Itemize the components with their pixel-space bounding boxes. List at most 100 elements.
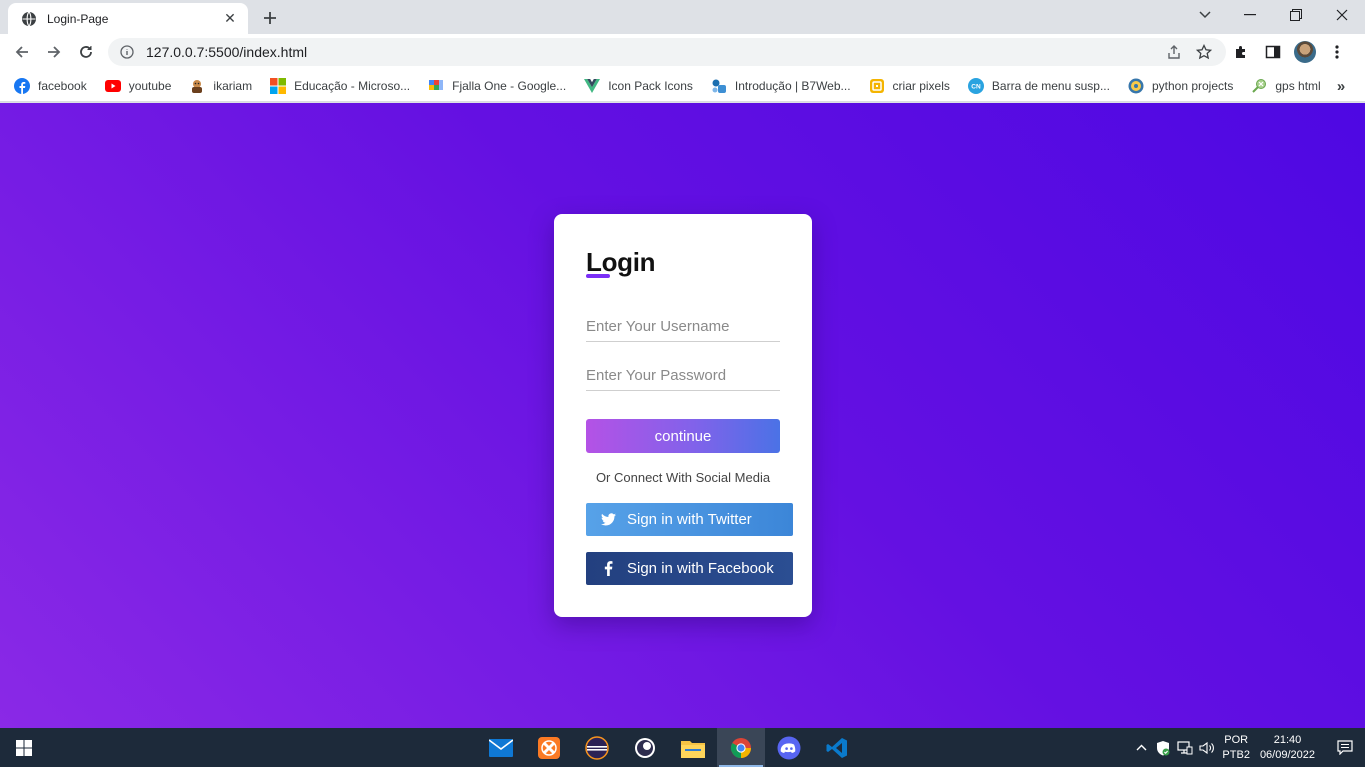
clock-date: 06/09/2022: [1259, 748, 1315, 761]
discord-icon: [777, 736, 801, 759]
minimize-button[interactable]: [1227, 0, 1273, 30]
obs-icon: [635, 737, 655, 758]
continue-button[interactable]: continue: [586, 419, 780, 453]
bookmark-label: facebook: [38, 78, 87, 93]
taskbar-chrome[interactable]: [717, 728, 765, 767]
bookmark-facebook[interactable]: facebook: [14, 73, 95, 99]
bookmark-label: Icon Pack Icons: [608, 78, 693, 93]
twitter-signin-button[interactable]: Sign in with Twitter: [586, 503, 793, 536]
bookmark-fjalla-one[interactable]: Fjalla One - Google...: [428, 73, 574, 99]
tab-strip: Login-Page ✕: [0, 0, 1365, 34]
tab-search-button[interactable]: [1192, 4, 1218, 26]
google-fonts-icon: [428, 78, 444, 94]
twitter-signin-label: Sign in with Twitter: [627, 511, 752, 528]
password-input[interactable]: [586, 361, 780, 391]
forward-button[interactable]: [40, 38, 68, 66]
taskbar-apps: [477, 728, 861, 767]
chevron-up-icon: [1136, 744, 1147, 751]
login-card: Login continue Or Connect With Social Me…: [554, 214, 812, 617]
tray-clock[interactable]: 21:40 06/09/2022: [1260, 733, 1315, 763]
page-viewport: Login continue Or Connect With Social Me…: [0, 103, 1365, 728]
bookmark-icon-pack[interactable]: Icon Pack Icons: [584, 73, 701, 99]
title-underline: [586, 274, 610, 278]
reload-icon: [80, 46, 92, 58]
mail-icon: [489, 738, 513, 757]
facebook-f-icon: [600, 561, 616, 577]
speaker-icon: [1199, 741, 1215, 754]
tray-volume[interactable]: [1196, 728, 1218, 767]
star-icon: [1196, 44, 1212, 60]
browser-tab[interactable]: Login-Page ✕: [8, 3, 248, 34]
tray-network[interactable]: [1174, 728, 1196, 767]
bookmark-label: ikariam: [213, 78, 253, 93]
tray-defender[interactable]: [1152, 728, 1174, 767]
address-bar[interactable]: 127.0.0.7:5500/index.html: [108, 38, 1226, 66]
gps-icon: [1251, 78, 1267, 94]
bookmark-python-projects[interactable]: python projects: [1128, 73, 1241, 99]
bookmark-criar-pixels[interactable]: criar pixels: [869, 73, 958, 99]
bookmark-barra-de-menu[interactable]: CN Barra de menu susp...: [967, 73, 1118, 99]
side-panel-button[interactable]: [1257, 38, 1289, 66]
language-code: POR: [1224, 733, 1249, 746]
svg-text:CN: CN: [971, 83, 981, 90]
eclipse-icon: [585, 735, 609, 760]
windows-icon: [16, 739, 32, 756]
minimize-icon: [1244, 14, 1256, 16]
tab-title: Login-Page: [47, 11, 109, 26]
bookmark-b7web[interactable]: Introdução | B7Web...: [711, 73, 859, 99]
taskbar-vscode[interactable]: [813, 728, 861, 767]
bookmark-gps-html[interactable]: gps html: [1251, 73, 1328, 99]
b7web-icon: [711, 78, 727, 94]
taskbar-xampp[interactable]: [525, 728, 573, 767]
share-button[interactable]: [1162, 40, 1186, 64]
bookmark-educacao[interactable]: Educação - Microso...: [270, 73, 418, 99]
taskbar-obs[interactable]: [621, 728, 669, 767]
arrow-right-icon: [48, 46, 61, 58]
close-icon: [1336, 9, 1348, 21]
bookmarks-overflow-chevron-icon[interactable]: »: [1331, 76, 1351, 96]
facebook-signin-button[interactable]: Sign in with Facebook: [586, 552, 793, 585]
share-icon: [1168, 45, 1180, 59]
restore-button[interactable]: [1273, 0, 1319, 30]
puzzle-icon: [1236, 46, 1245, 58]
reload-button[interactable]: [72, 38, 100, 66]
window-controls: [1227, 0, 1365, 30]
cn-icon: CN: [967, 77, 984, 94]
kebab-menu-icon: [1335, 45, 1339, 59]
bookmark-youtube[interactable]: youtube: [104, 73, 180, 99]
extensions-button[interactable]: [1225, 38, 1257, 66]
restore-icon: [1290, 9, 1302, 21]
keyboard-layout: PTB2: [1222, 748, 1250, 761]
notification-center-button[interactable]: [1325, 728, 1365, 767]
shield-check-icon: [1157, 740, 1170, 755]
info-icon: [120, 45, 134, 59]
youtube-icon: [104, 78, 121, 94]
taskbar-eclipse[interactable]: [573, 728, 621, 767]
bookmark-label: criar pixels: [892, 78, 950, 93]
taskbar-mail[interactable]: [477, 728, 525, 767]
profile-button[interactable]: [1289, 38, 1321, 66]
ikariam-icon: [189, 78, 205, 94]
vue-icon: [584, 78, 601, 94]
close-window-button[interactable]: [1319, 0, 1365, 30]
windows-taskbar: POR PTB2 21:40 06/09/2022: [0, 728, 1365, 767]
menu-button[interactable]: [1321, 38, 1353, 66]
bookmark-label: youtube: [128, 78, 172, 93]
bookmark-star-button[interactable]: [1192, 40, 1216, 64]
tray-overflow-button[interactable]: [1130, 728, 1152, 767]
taskbar-file-explorer[interactable]: [669, 728, 717, 767]
bookmark-ikariam[interactable]: ikariam: [189, 73, 260, 99]
taskbar-discord[interactable]: [765, 728, 813, 767]
bookmark-label: gps html: [1275, 78, 1321, 93]
start-button[interactable]: [0, 728, 48, 767]
new-tab-button[interactable]: [259, 7, 281, 29]
notification-icon: [1337, 740, 1353, 755]
username-input[interactable]: [586, 312, 780, 342]
facebook-icon: [14, 77, 30, 94]
tray-language[interactable]: POR PTB2: [1222, 733, 1250, 763]
arrow-left-icon: [15, 46, 28, 58]
back-button[interactable]: [8, 38, 36, 66]
browser-toolbar: 127.0.0.7:5500/index.html: [0, 34, 1365, 70]
toolbar-right: [1225, 38, 1353, 66]
tab-close-icon[interactable]: ✕: [222, 10, 238, 27]
